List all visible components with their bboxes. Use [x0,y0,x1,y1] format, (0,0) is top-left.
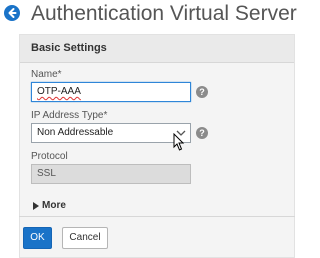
section-header: Basic Settings [20,35,294,63]
name-input-value: OTP-AAA [37,86,81,97]
mouse-cursor-icon [173,133,185,151]
ip-address-type-value: Non Addressable [37,127,114,138]
divider [19,216,295,217]
basic-settings-panel: Basic Settings [19,34,295,258]
name-input[interactable]: OTP-AAA [31,82,191,102]
page-title: Authentication Virtual Server [31,2,297,25]
ok-button[interactable]: OK [23,227,52,249]
name-label: Name* [31,69,62,80]
ip-address-type-select[interactable]: Non Addressable [31,123,191,143]
protocol-field: SSL [31,164,191,184]
protocol-value: SSL [37,168,56,179]
more-toggle[interactable]: More [42,200,66,211]
help-icon[interactable]: ? [196,86,208,98]
caret-right-icon [33,202,39,210]
protocol-label: Protocol [31,151,68,162]
help-icon[interactable]: ? [196,127,208,139]
cancel-button[interactable]: Cancel [62,227,108,249]
ip-address-type-label: IP Address Type* [31,110,108,121]
header: Authentication Virtual Server [0,0,300,30]
section-title: Basic Settings [31,42,107,54]
back-arrow-icon[interactable] [4,5,20,21]
